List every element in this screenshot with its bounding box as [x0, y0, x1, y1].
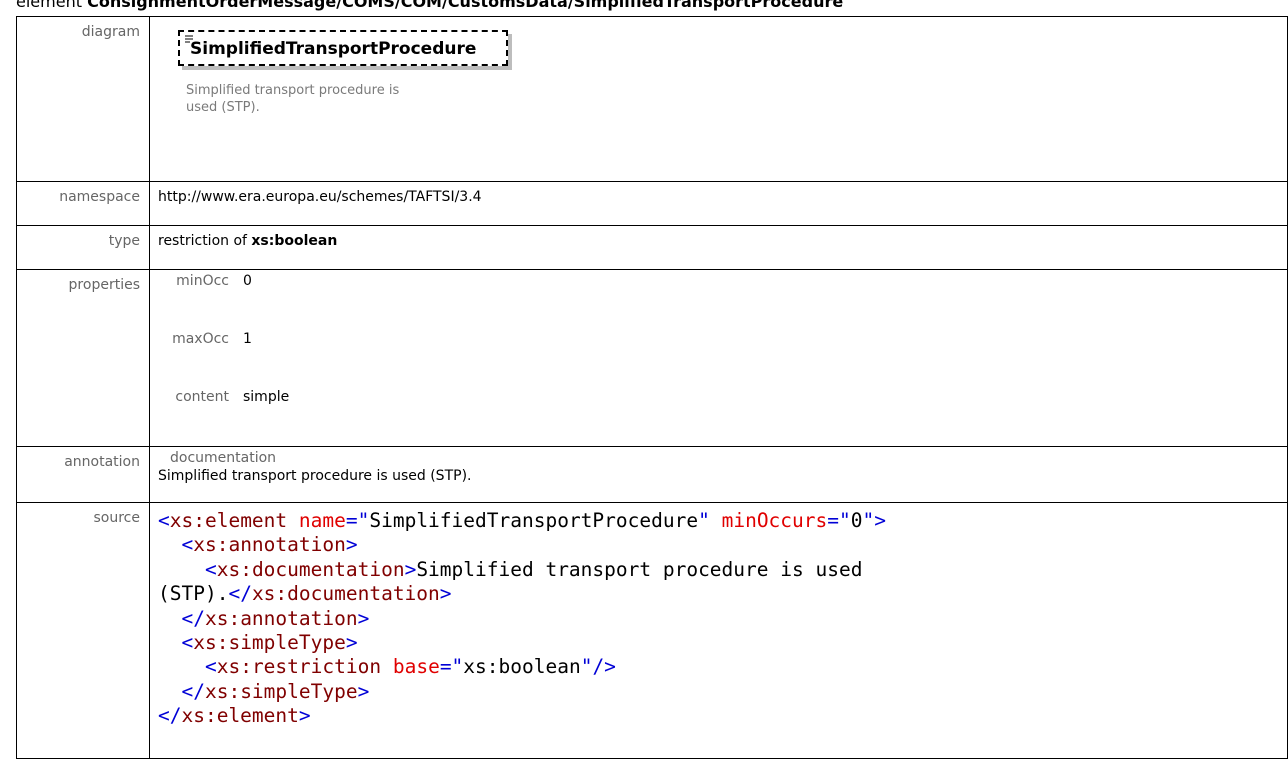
row-diagram: diagram SimplifiedTransportProcedure Sim…	[16, 16, 1288, 182]
element-diagram: SimplifiedTransportProcedure Simplified …	[158, 24, 1287, 174]
label-diagram: diagram	[16, 16, 150, 182]
label-source: source	[16, 502, 150, 759]
source-code: <xs:element name="SimplifiedTransportPro…	[158, 509, 886, 728]
property-row: maxOcc 1	[158, 330, 289, 388]
property-row: minOcc 0	[158, 272, 289, 330]
label-properties: properties	[16, 269, 150, 447]
row-type: type restriction of xs:boolean	[16, 225, 1288, 270]
property-value: 0	[243, 273, 252, 289]
type-prefix: restriction of	[158, 233, 252, 249]
source-cell: <xs:element name="SimplifiedTransportPro…	[149, 502, 1288, 759]
diagram-element-name: SimplifiedTransportProcedure	[190, 39, 477, 59]
page-header: element ConsignmentOrderMessage/COMS/COM…	[0, 0, 1288, 12]
element-properties-table: diagram SimplifiedTransportProcedure Sim…	[16, 16, 1288, 759]
label-annotation: annotation	[16, 446, 150, 503]
property-key: minOcc	[176, 273, 229, 289]
row-annotation: annotation documentation Simplified tran…	[16, 446, 1288, 503]
row-source: source <xs:element name="SimplifiedTrans…	[16, 502, 1288, 759]
annotation-key: documentation	[170, 450, 277, 466]
property-key: maxOcc	[172, 331, 229, 347]
properties-cell: minOcc 0 maxOcc 1 content simple	[149, 269, 1288, 447]
annotation-value: Simplified transport procedure is used (…	[158, 468, 472, 484]
header-kind: element	[16, 0, 82, 11]
properties-table: minOcc 0 maxOcc 1 content simple	[158, 272, 289, 446]
header-path: ConsignmentOrderMessage/COMS/COM/Customs…	[87, 0, 844, 11]
namespace-value: http://www.era.europa.eu/schemes/TAFTSI/…	[149, 181, 1288, 226]
row-namespace: namespace http://www.era.europa.eu/schem…	[16, 181, 1288, 226]
annotation-cell: documentation Simplified transport proce…	[149, 446, 1288, 503]
row-properties: properties minOcc 0 maxOcc 1 content sim…	[16, 269, 1288, 447]
diagram-cell: SimplifiedTransportProcedure Simplified …	[149, 16, 1288, 182]
property-value: 1	[243, 331, 252, 347]
label-namespace: namespace	[16, 181, 150, 226]
property-row: content simple	[158, 388, 289, 446]
type-base-link[interactable]: xs:boolean	[251, 233, 337, 249]
property-key: content	[175, 389, 229, 405]
property-value: simple	[243, 389, 290, 405]
label-type: type	[16, 225, 150, 270]
diagram-element-box[interactable]: SimplifiedTransportProcedure	[178, 30, 508, 66]
type-value: restriction of xs:boolean	[149, 225, 1288, 270]
diagram-description: Simplified transport procedure is used (…	[186, 83, 400, 115]
